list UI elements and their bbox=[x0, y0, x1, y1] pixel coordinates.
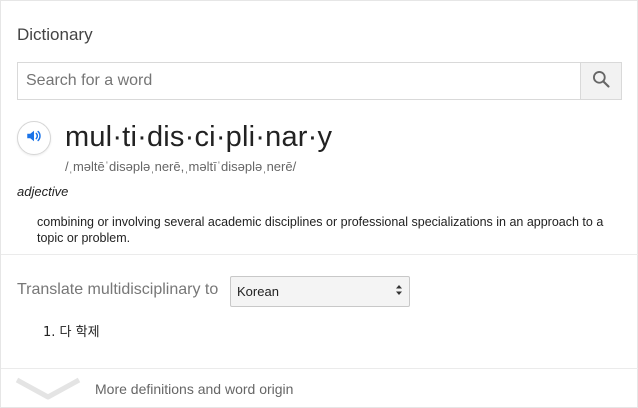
translate-label: Translate multidisciplinary to bbox=[17, 281, 219, 298]
phonetic-spelling: /ˌməltēˈdisəpləˌnerē,ˌməltīˈdisəpləˌnerē… bbox=[65, 159, 297, 174]
translation-number: 1. bbox=[43, 325, 56, 340]
definition-text: combining or involving several academic … bbox=[37, 215, 604, 245]
selected-language: Korean bbox=[237, 284, 279, 299]
up-down-arrows-icon bbox=[395, 284, 403, 299]
headword: mul·ti·dis·ci·pli·nar·y bbox=[65, 121, 333, 153]
search-input[interactable] bbox=[18, 63, 580, 99]
more-definitions-link[interactable]: More definitions and word origin bbox=[95, 381, 293, 397]
language-select[interactable]: Korean bbox=[230, 276, 410, 307]
search-icon bbox=[591, 69, 611, 94]
speaker-icon bbox=[25, 127, 43, 150]
part-of-speech: adjective bbox=[17, 184, 69, 199]
expand-more-button[interactable] bbox=[15, 375, 81, 406]
chevron-down-icon bbox=[15, 377, 81, 405]
pronunciation-audio-button[interactable] bbox=[17, 121, 51, 155]
widget-title: Dictionary bbox=[17, 25, 93, 44]
translation-text: 다 학제 bbox=[59, 325, 100, 340]
search-button[interactable] bbox=[580, 63, 621, 99]
translation-result: 1. 다 학제 bbox=[43, 321, 100, 340]
section-divider bbox=[1, 254, 638, 255]
footer-divider bbox=[1, 368, 638, 369]
dictionary-card: Dictionary mul·ti·dis·ci·pli·nar·y /ˌməl… bbox=[0, 0, 638, 408]
search-box bbox=[17, 62, 622, 100]
